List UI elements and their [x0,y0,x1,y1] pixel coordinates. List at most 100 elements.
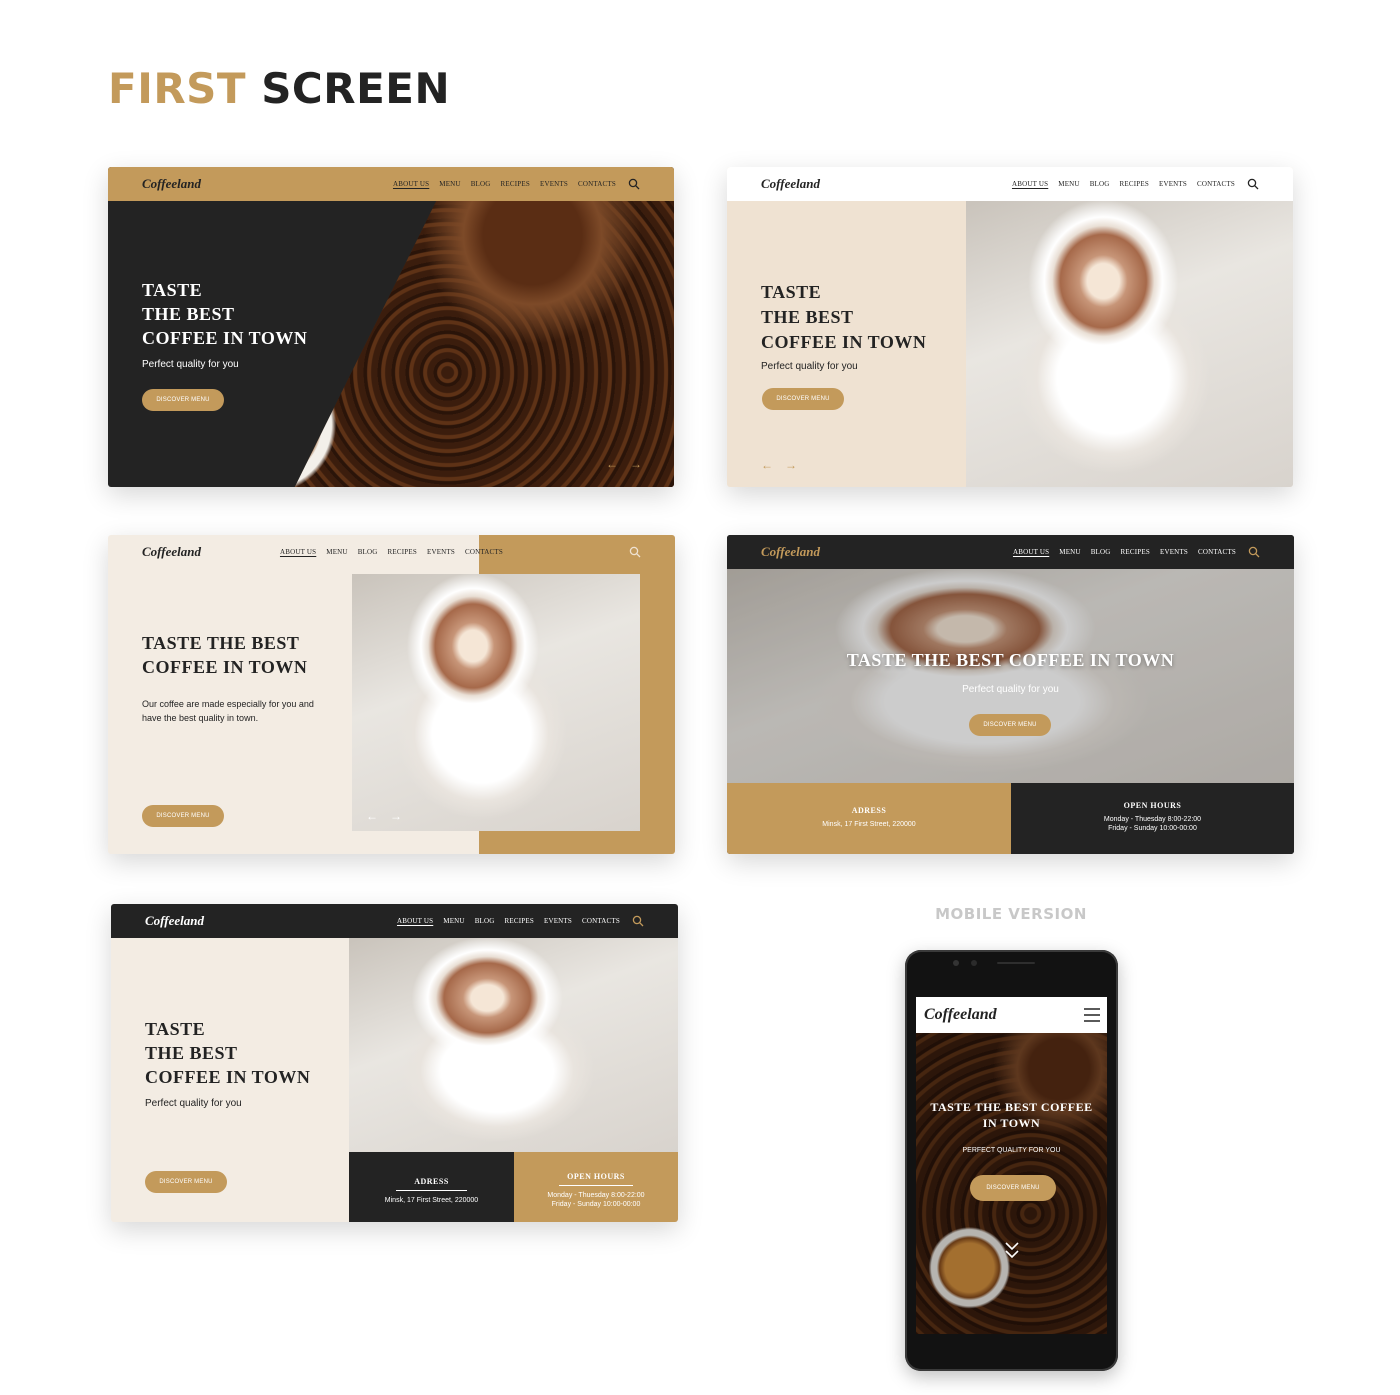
arrow-left-icon[interactable]: ← [606,457,618,471]
nav-menu: ABOUT US MENU BLOG RECIPES EVENTS CONTAC… [1012,167,1235,201]
nav-item-recipes[interactable]: RECIPES [505,917,534,925]
nav-item-recipes[interactable]: RECIPES [501,180,530,188]
nav-menu: ABOUT US MENU BLOG RECIPES EVENTS CONTAC… [397,904,620,938]
hours-weekday: Monday - Thuesday 8:00-22:00 [1103,816,1202,823]
nav-item-menu[interactable]: MENU [1058,180,1079,188]
arrow-left-icon[interactable]: ← [366,809,378,823]
nav-item-blog[interactable]: BLOG [471,180,491,188]
nav-item-menu[interactable]: MENU [443,917,464,925]
logo[interactable]: Coffeeland [761,544,820,560]
navbar: Coffeeland ABOUT US MENU BLOG RECIPES EV… [108,167,674,201]
nav-item-events[interactable]: EVENTS [540,180,568,188]
nav-item-about[interactable]: ABOUT US [397,917,433,925]
hero-photo-latte [727,569,1294,783]
nav-item-contacts[interactable]: CONTACTS [1197,180,1235,188]
nav-item-menu[interactable]: MENU [439,180,460,188]
arrow-left-icon[interactable]: ← [761,458,773,472]
search-icon[interactable] [632,915,644,927]
hours-block: OPEN HOURS Monday - Thuesday 8:00-22:00 … [1011,783,1294,854]
nav-item-events[interactable]: EVENTS [1159,180,1187,188]
nav-item-menu[interactable]: MENU [1059,548,1080,556]
logo[interactable]: Coffeeland [142,544,201,560]
mobile-logo[interactable]: Coffeeland [924,1006,997,1024]
navbar: Coffeeland ABOUT US MENU BLOG RECIPES EV… [108,535,675,569]
hero-tagline: Perfect quality for you [145,1098,242,1109]
hero-headline: TASTE THE BEST COFFEE IN TOWN [846,650,1175,670]
mockup-cream-info: Coffeeland ABOUT US MENU BLOG RECIPES EV… [111,904,678,1222]
mobile-navbar: Coffeeland [916,997,1107,1033]
navbar: Coffeeland ABOUT US MENU BLOG RECIPES EV… [111,904,678,938]
nav-item-blog[interactable]: BLOG [358,548,378,556]
discover-menu-button[interactable]: DISCOVER MENU [142,805,224,827]
address-text: Minsk, 17 First Street, 220000 [384,1197,479,1204]
chevron-down-icon[interactable] [1004,1241,1020,1261]
nav-item-contacts[interactable]: CONTACTS [578,180,616,188]
discover-menu-button[interactable]: DISCOVER MENU [142,389,224,411]
hero-headline: TASTE THE BEST COFFEE IN TOWN [761,282,927,352]
search-icon[interactable] [628,178,640,190]
hours-weekend: Friday - Sunday 10:00-00:00 [1108,825,1197,832]
discover-menu-button[interactable]: DISCOVER MENU [762,388,844,410]
nav-item-blog[interactable]: BLOG [1090,180,1110,188]
nav-menu: ABOUT US MENU BLOG RECIPES EVENTS CONTAC… [393,167,616,201]
hero-tagline: Perfect quality for you [761,361,858,372]
phone-camera [953,960,959,966]
nav-item-contacts[interactable]: CONTACTS [465,548,503,556]
nav-item-events[interactable]: EVENTS [427,548,455,556]
arrow-right-icon[interactable]: → [390,809,402,823]
search-icon[interactable] [629,546,641,558]
address-title: ADRESS [851,806,887,815]
slider-arrows: ← → [761,458,797,472]
hero-photo-latte [352,574,640,831]
logo[interactable]: Coffeeland [145,913,204,929]
logo[interactable]: Coffeeland [142,176,201,192]
phone-screen: Coffeeland TASTE THE BEST COFFEE IN TOWN… [916,997,1107,1334]
hero-headline: TASTE THE BEST COFFEE IN TOWN [145,1019,311,1087]
nav-item-blog[interactable]: BLOG [1091,548,1111,556]
address-title: ADRESS [396,1177,467,1191]
nav-menu: ABOUT US MENU BLOG RECIPES EVENTS CONTAC… [280,535,503,569]
arrow-right-icon[interactable]: → [785,458,797,472]
nav-item-recipes[interactable]: RECIPES [388,548,417,556]
mockup-light-split: Coffeeland ABOUT US MENU BLOG RECIPES EV… [727,167,1293,487]
nav-item-about[interactable]: ABOUT US [1012,180,1048,188]
page-title: FIRST SCREEN [108,64,450,113]
hero-tagline: Perfect quality for you [962,684,1059,695]
hero-photo-latte [349,938,678,1152]
hero-headline: TASTE THE BEST COFFEE IN TOWN [142,280,308,348]
mobile-discover-menu-button[interactable]: DISCOVER MENU [970,1175,1056,1201]
nav-item-blog[interactable]: BLOG [475,917,495,925]
hero-headline: TASTE THE BEST COFFEE IN TOWN [142,633,308,677]
hamburger-menu-icon[interactable] [1084,1008,1100,1022]
discover-menu-button[interactable]: DISCOVER MENU [969,714,1051,736]
arrow-right-icon[interactable]: → [630,457,642,471]
hours-block: OPEN HOURS Monday - Thuesday 8:00-22:00 … [514,1152,678,1222]
discover-menu-button[interactable]: DISCOVER MENU [145,1171,227,1193]
mockup-cream-gold: Coffeeland ABOUT US MENU BLOG RECIPES EV… [108,535,675,854]
search-icon[interactable] [1247,178,1259,190]
hero-description: Our coffee are made especially for you a… [142,699,314,723]
slider-arrows: ← → [606,457,642,471]
address-block: ADRESS Minsk, 17 First Street, 220000 [727,783,1011,854]
nav-menu: ABOUT US MENU BLOG RECIPES EVENTS CONTAC… [1013,535,1236,569]
nav-item-about[interactable]: ABOUT US [393,180,429,188]
mobile-version-label: MOBILE VERSION [935,905,1087,923]
nav-item-recipes[interactable]: RECIPES [1121,548,1150,556]
nav-item-menu[interactable]: MENU [326,548,347,556]
nav-item-recipes[interactable]: RECIPES [1120,180,1149,188]
nav-item-contacts[interactable]: CONTACTS [582,917,620,925]
nav-item-about[interactable]: ABOUT US [1013,548,1049,556]
navbar: Coffeeland ABOUT US MENU BLOG RECIPES EV… [727,535,1294,569]
nav-item-events[interactable]: EVENTS [544,917,572,925]
search-icon[interactable] [1248,546,1260,558]
phone-frame: Coffeeland TASTE THE BEST COFFEE IN TOWN… [905,950,1118,1371]
nav-item-events[interactable]: EVENTS [1160,548,1188,556]
hours-title: OPEN HOURS [559,1172,633,1186]
nav-item-about[interactable]: ABOUT US [280,548,316,556]
address-block: ADRESS Minsk, 17 First Street, 220000 [349,1152,514,1222]
hours-weekend: Friday - Sunday 10:00-00:00 [551,1201,641,1208]
logo[interactable]: Coffeeland [761,176,820,192]
mockup-fullbleed-info: Coffeeland ABOUT US MENU BLOG RECIPES EV… [727,535,1294,854]
nav-item-contacts[interactable]: CONTACTS [1198,548,1236,556]
phone-sensor [971,960,977,966]
